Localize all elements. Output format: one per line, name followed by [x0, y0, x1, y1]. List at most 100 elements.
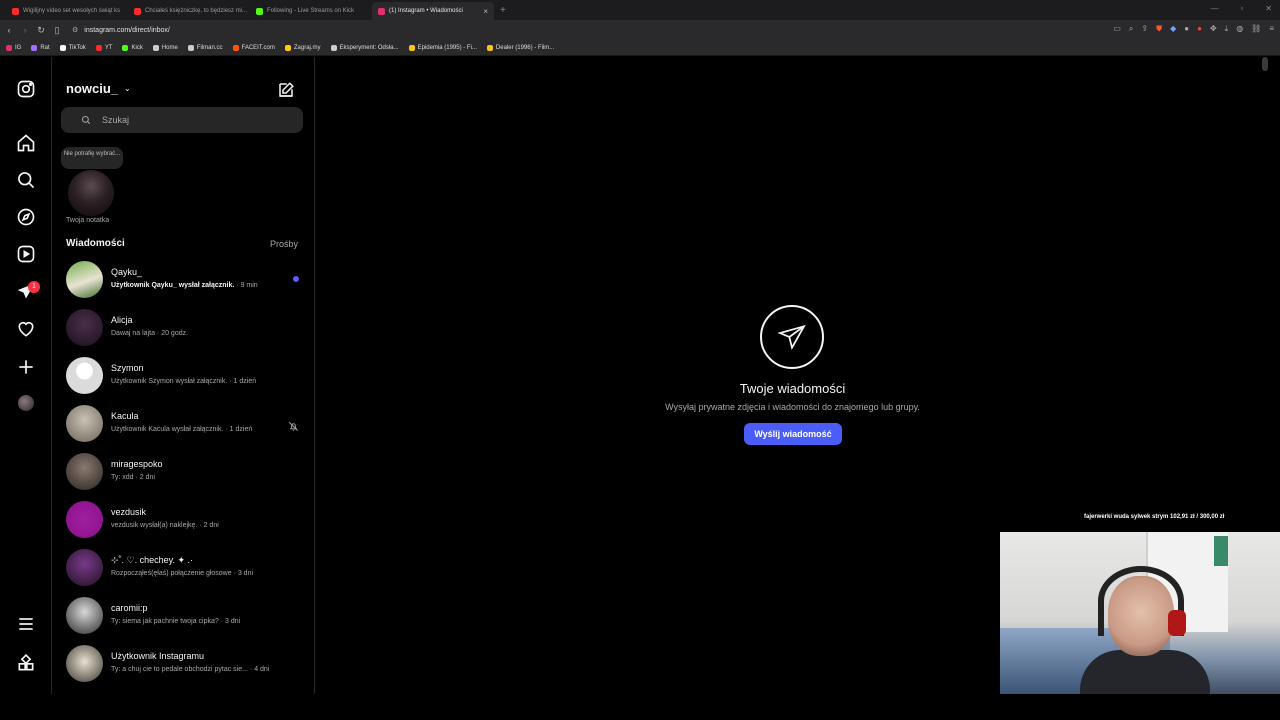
- bookmark-favicon-icon: [284, 44, 291, 51]
- conversation-preview: Ty: xdd · 2 dni: [111, 474, 155, 481]
- explore-icon[interactable]: [16, 207, 36, 227]
- conversation-preview: vezdusik wysłał(a) naklejkę. · 2 dni: [111, 522, 219, 529]
- note-bubble[interactable]: Nie potrafię wybrać...: [61, 147, 123, 169]
- extension-icon[interactable]: ●: [1197, 24, 1202, 34]
- browser-tab[interactable]: (1) Instagram • Wiadomości ×: [372, 2, 494, 20]
- donation-goal-text: fajerwerki wuda sylwek strym 102,91 zł /…: [1084, 514, 1225, 520]
- bookmark-label: Zagraj.my: [293, 44, 321, 51]
- bookmark-item[interactable]: Eksperyment: Odsła...: [330, 44, 399, 51]
- conversation-row[interactable]: vezdusik vezdusik wysłał(a) naklejkę. · 2…: [52, 497, 315, 545]
- account-switcher[interactable]: nowciu_ ⌄: [66, 81, 131, 96]
- link-icon[interactable]: ⛓: [1251, 24, 1261, 34]
- more-menu-icon[interactable]: [16, 614, 36, 634]
- search-field[interactable]: [61, 107, 303, 133]
- bookmark-item[interactable]: FACEIT.com: [232, 44, 275, 51]
- conversation-row[interactable]: caromii:p Ty: siema jak pachnie twoja cip…: [52, 593, 315, 641]
- bookmark-item[interactable]: Zagraj.my: [284, 44, 321, 51]
- bookmark-favicon-icon: [152, 44, 159, 51]
- conversation-row[interactable]: ⊹˚. ♡. chechey. ✦ .· Rozpocząłeś(ęłaś) po…: [52, 545, 315, 593]
- new-tab-button[interactable]: +: [500, 5, 506, 16]
- share-icon[interactable]: ⇪: [1141, 24, 1148, 34]
- bookmark-item[interactable]: TikTok: [59, 44, 86, 51]
- cast-icon[interactable]: ▭: [1113, 24, 1121, 34]
- menu-icon[interactable]: ≡: [1269, 24, 1274, 34]
- zoom-icon[interactable]: ⌕: [1129, 24, 1133, 34]
- preview-text: Użytkownik Szymon wysłał załącznik.: [111, 378, 228, 385]
- profile-avatar[interactable]: [18, 395, 34, 411]
- also-from-meta-icon[interactable]: [16, 653, 36, 673]
- bookmark-label: FACEIT.com: [241, 44, 275, 51]
- bookmark-icon[interactable]: ▯: [50, 25, 64, 36]
- send-paper-plane-icon: [777, 324, 806, 350]
- minimize-icon[interactable]: —: [1210, 4, 1218, 13]
- back-icon[interactable]: ‹: [2, 25, 16, 35]
- bookmark-favicon-icon: [6, 44, 12, 51]
- bookmark-label: Rat: [40, 44, 50, 51]
- maximize-icon[interactable]: ▫: [1240, 4, 1243, 13]
- bookmark-item[interactable]: Filman.cc: [187, 44, 223, 51]
- conversation-row[interactable]: Qayku_ Użytkownik Qayku_ wysłał załącznik…: [52, 257, 315, 305]
- bookmark-label: TikTok: [68, 44, 86, 51]
- download-icon[interactable]: ⤓: [1225, 24, 1229, 34]
- conversation-avatar: [66, 357, 103, 394]
- bookmark-item[interactable]: Dealer (1996) - Film...: [486, 44, 554, 51]
- note-label: Twoja notatka: [66, 217, 110, 224]
- conversation-preview: Ty: a chuj cie to pedale obchodzi pytac …: [111, 666, 269, 673]
- reels-icon[interactable]: [16, 244, 36, 264]
- browser-tab[interactable]: Following - Live Streams on Kick: [250, 2, 372, 20]
- bookmark-item[interactable]: Kick: [122, 44, 143, 51]
- send-message-button[interactable]: Wyślij wiadomość: [744, 423, 842, 445]
- camera-icon[interactable]: ◍: [1236, 24, 1243, 34]
- conversation-row[interactable]: Kacula Użytkownik Kacula wysłał załącznik…: [52, 401, 315, 449]
- requests-link[interactable]: Prośby: [270, 239, 298, 249]
- reload-icon[interactable]: ↻: [34, 25, 48, 36]
- unread-dot: [293, 276, 299, 282]
- conversation-row[interactable]: Szymon Użytkownik Szymon wysłał załącznik…: [52, 353, 315, 401]
- conversation-row[interactable]: Użytkownik Instagramu Ty: a chuj cie to p…: [52, 641, 315, 689]
- note-avatar[interactable]: [68, 170, 114, 216]
- url-text: instagram.com/direct/inbox/: [84, 26, 170, 34]
- webcam-poster: [1214, 536, 1228, 566]
- conversation-name: caromii:p: [111, 603, 148, 613]
- bottom-black-bar: [0, 694, 1280, 720]
- bookmark-item[interactable]: Epidemia (1995) - Fi...: [408, 44, 477, 51]
- bookmark-item[interactable]: Rat: [31, 44, 50, 51]
- site-info-icon[interactable]: ⚙: [72, 26, 78, 34]
- bookmark-item[interactable]: YT: [95, 44, 112, 51]
- url-field[interactable]: ⚙ instagram.com/direct/inbox/: [72, 26, 170, 35]
- forward-icon[interactable]: ›: [18, 25, 32, 35]
- browser-tab[interactable]: Wigilijny video set wesołych świąt ks: [6, 2, 128, 20]
- bookmark-label: Kick: [131, 44, 143, 51]
- conversation-avatar: [66, 453, 103, 490]
- headset-earcup: [1168, 610, 1186, 636]
- bookmark-favicon-icon: [122, 44, 129, 51]
- close-tab-icon[interactable]: ×: [483, 7, 488, 16]
- shields-icon[interactable]: ⛊: [1156, 24, 1162, 34]
- conversation-avatar: [66, 549, 103, 586]
- new-message-icon[interactable]: [277, 81, 295, 99]
- bookmark-favicon-icon: [31, 44, 38, 51]
- bookmark-favicon-icon: [408, 44, 415, 51]
- instagram-logo-icon[interactable]: [16, 79, 36, 99]
- muted-bell-icon: [288, 419, 299, 431]
- bookmark-item[interactable]: Home: [152, 44, 178, 51]
- bookmark-item[interactable]: IG: [6, 44, 21, 51]
- extension-icon[interactable]: ◆: [1170, 24, 1176, 34]
- home-icon[interactable]: [16, 133, 36, 153]
- preview-timestamp: · 1 dzień: [227, 378, 257, 385]
- puzzle-icon[interactable]: ✥: [1210, 24, 1217, 34]
- scrollbar-thumb[interactable]: [1262, 57, 1268, 71]
- close-window-icon[interactable]: ✕: [1265, 4, 1272, 13]
- create-plus-icon[interactable]: [16, 357, 36, 377]
- conversation-row[interactable]: miragespoko Ty: xdd · 2 dni: [52, 449, 315, 497]
- search-icon[interactable]: [16, 170, 36, 190]
- bookmark-favicon-icon: [232, 44, 239, 51]
- messages-section-title: Wiadomości: [66, 238, 125, 249]
- extension-icon[interactable]: ●: [1184, 24, 1189, 34]
- bookmark-favicon-icon: [187, 44, 194, 51]
- browser-tab[interactable]: Chciałeś księżniczkę, to będziesz mi...: [128, 2, 250, 20]
- tab-favicon-icon: [12, 7, 19, 15]
- conversation-row[interactable]: Alicja Dawaj na lajta · 20 godz.: [52, 305, 315, 353]
- search-input[interactable]: [102, 115, 282, 125]
- notifications-heart-icon[interactable]: [16, 319, 36, 339]
